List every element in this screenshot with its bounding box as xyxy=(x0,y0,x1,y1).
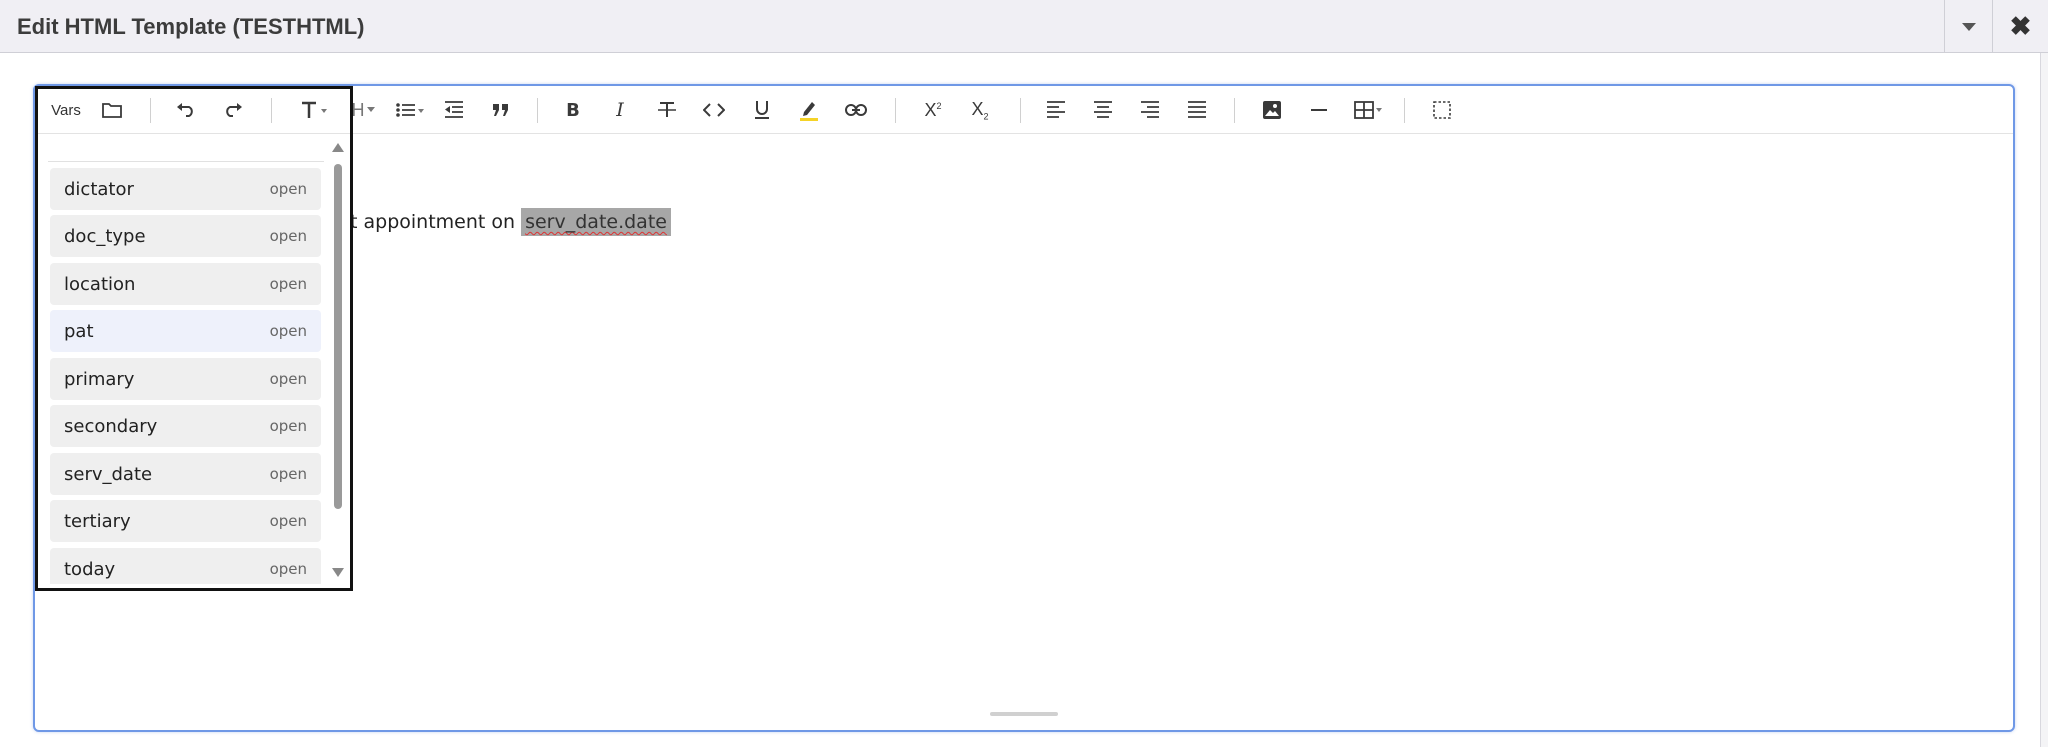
bullet-list-icon xyxy=(396,103,424,117)
highlight-icon xyxy=(800,102,818,121)
outdent-icon xyxy=(445,101,463,118)
align-right-button[interactable] xyxy=(1135,95,1165,125)
chevron-down-icon xyxy=(1961,22,1976,31)
var-open-link[interactable]: open xyxy=(270,417,307,435)
table-icon xyxy=(1354,101,1382,119)
var-open-link[interactable]: open xyxy=(270,560,307,578)
toolbar-separator xyxy=(1020,98,1021,123)
blockquote-button[interactable] xyxy=(486,95,516,125)
var-item-primary[interactable]: primary open xyxy=(50,358,321,400)
var-item-location[interactable]: location open xyxy=(50,263,321,305)
var-item-pat[interactable]: pat open xyxy=(50,310,321,352)
var-name: today xyxy=(64,558,116,580)
bullet-list-button[interactable] xyxy=(393,95,429,125)
link-button[interactable] xyxy=(841,95,871,125)
subscript-button[interactable]: X2 xyxy=(965,95,995,125)
align-justify-button[interactable] xyxy=(1182,95,1212,125)
code-icon xyxy=(703,103,725,117)
align-left-icon xyxy=(1047,101,1065,118)
align-center-icon xyxy=(1094,101,1112,118)
italic-button[interactable]: I xyxy=(605,95,635,125)
var-item-serv-date[interactable]: serv_date open xyxy=(50,453,321,495)
align-justify-icon xyxy=(1188,101,1206,118)
dialog-title: Edit HTML Template (TESTHTML) xyxy=(17,14,365,39)
superscript-icon: X2 xyxy=(924,99,942,120)
code-button[interactable] xyxy=(699,95,729,125)
var-open-link[interactable]: open xyxy=(270,370,307,388)
align-right-icon xyxy=(1141,101,1159,118)
toolbar-separator xyxy=(895,98,896,123)
scroll-thumb[interactable] xyxy=(334,164,342,509)
close-button[interactable]: ✖ xyxy=(1992,0,2048,53)
var-open-link[interactable]: open xyxy=(270,322,307,340)
scroll-down-icon[interactable] xyxy=(332,568,344,577)
toolbar-separator xyxy=(1404,98,1405,123)
heading-icon: H xyxy=(351,99,365,120)
close-icon: ✖ xyxy=(2009,11,2032,41)
strikethrough-icon xyxy=(658,102,676,117)
superscript-button[interactable]: X2 xyxy=(918,95,948,125)
dialog-menu-button[interactable] xyxy=(1944,0,1992,53)
var-name: primary xyxy=(64,368,135,390)
var-name: pat xyxy=(64,320,94,342)
variable-chip[interactable]: serv_date.date xyxy=(521,208,671,236)
italic-icon: I xyxy=(616,99,624,121)
content-line: t appointment on serv_date.date xyxy=(350,208,671,236)
var-open-link[interactable]: open xyxy=(270,227,307,245)
var-name: location xyxy=(64,273,136,295)
bold-icon: B xyxy=(566,99,580,121)
scroll-up-icon[interactable] xyxy=(332,143,344,152)
subscript-icon: X2 xyxy=(971,98,989,122)
horizontal-rule-icon xyxy=(1311,109,1327,111)
image-button[interactable] xyxy=(1257,95,1287,125)
image-icon xyxy=(1263,101,1281,119)
var-open-link[interactable]: open xyxy=(270,465,307,483)
var-name: tertiary xyxy=(64,510,131,532)
var-item-today[interactable]: today open xyxy=(50,548,321,584)
resize-handle[interactable] xyxy=(990,712,1058,716)
table-button[interactable] xyxy=(1351,95,1387,125)
var-open-link[interactable]: open xyxy=(270,512,307,530)
var-item-tertiary[interactable]: tertiary open xyxy=(50,500,321,542)
var-item-dictator[interactable]: dictator open xyxy=(50,168,321,210)
blockquote-icon xyxy=(493,104,508,116)
window-edge xyxy=(2040,53,2048,747)
toolbar-separator xyxy=(537,98,538,123)
var-name: secondary xyxy=(64,415,158,437)
var-name: serv_date xyxy=(64,463,153,485)
highlight-button[interactable] xyxy=(794,95,824,125)
chevron-down-icon xyxy=(366,107,375,112)
bold-button[interactable]: B xyxy=(558,95,588,125)
var-item-secondary[interactable]: secondary open xyxy=(50,405,321,447)
var-name: dictator xyxy=(64,178,134,200)
outdent-button[interactable] xyxy=(439,95,469,125)
strikethrough-button[interactable] xyxy=(652,95,682,125)
align-left-button[interactable] xyxy=(1041,95,1071,125)
content-text: t appointment on xyxy=(350,211,522,233)
underline-icon xyxy=(755,101,769,119)
align-center-button[interactable] xyxy=(1088,95,1118,125)
toolbar-separator xyxy=(1234,98,1235,123)
dialog-titlebar: Edit HTML Template (TESTHTML) ✖ xyxy=(0,0,2048,53)
var-item-doc-type[interactable]: doc_type open xyxy=(50,215,321,257)
select-all-button[interactable] xyxy=(1427,95,1457,125)
select-all-icon xyxy=(1433,101,1451,119)
link-icon xyxy=(845,104,867,116)
vars-search-input[interactable] xyxy=(48,138,324,162)
var-open-link[interactable]: open xyxy=(270,180,307,198)
vars-list: dictator open doc_type open location ope… xyxy=(40,134,332,584)
horizontal-rule-button[interactable] xyxy=(1304,95,1334,125)
var-open-link[interactable]: open xyxy=(270,275,307,293)
vars-scrollbar[interactable] xyxy=(331,140,344,580)
underline-button[interactable] xyxy=(747,95,777,125)
var-name: doc_type xyxy=(64,225,146,247)
